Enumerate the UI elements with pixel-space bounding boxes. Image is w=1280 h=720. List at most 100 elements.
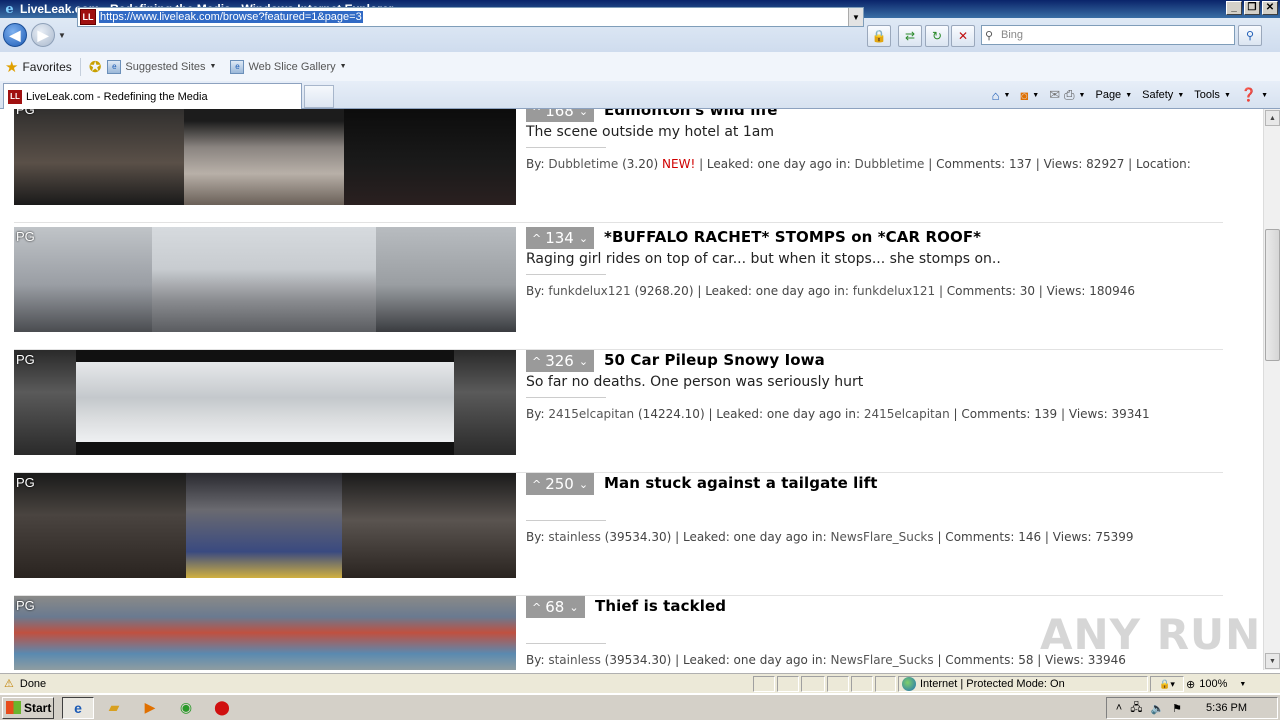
stats-text: | Comments: 30 | Views: 180946 xyxy=(938,284,1136,298)
site-favicon-icon: LL xyxy=(8,89,22,104)
scroll-down-icon[interactable]: ▼ xyxy=(1265,653,1280,669)
system-tray: ˄ 🖧 🔈 ⚑ 5:36 PM xyxy=(1106,697,1278,719)
taskbar-chrome-icon[interactable]: ◉ xyxy=(170,697,202,719)
list-item: PG ^ 326 ⌄ 50 Car Pileup Snowy Iowa So f… xyxy=(14,350,1223,473)
favorites-item-suggested-sites[interactable]: e Suggested Sites ▼ xyxy=(107,59,216,74)
vote-button[interactable]: ^ 326 ⌄ xyxy=(526,350,595,372)
meta-by-label: By: xyxy=(526,407,545,421)
tools-menu[interactable]: Tools xyxy=(1194,89,1220,101)
chevron-down-icon[interactable]: ▼ xyxy=(1079,92,1086,99)
globe-icon xyxy=(902,677,916,691)
user-link[interactable]: Dubbletime xyxy=(548,157,618,171)
leaked-label: | Leaked: one day ago in: xyxy=(675,530,827,544)
vote-button[interactable]: ^ 134 ⌄ xyxy=(526,227,595,249)
vertical-scrollbar[interactable]: ▲ ▼ xyxy=(1263,109,1280,670)
status-panel xyxy=(753,676,775,692)
add-favorites-icon[interactable]: ✪ xyxy=(89,58,102,76)
video-thumbnail[interactable]: PG xyxy=(14,109,516,205)
video-title-link[interactable]: Man stuck against a tailgate lift xyxy=(604,474,878,492)
new-tab-button[interactable] xyxy=(304,85,334,108)
chevron-down-icon[interactable]: ▼ xyxy=(1004,92,1011,99)
close-button[interactable]: ✕ xyxy=(1262,1,1278,15)
vote-button[interactable]: ^ 250 ⌄ xyxy=(526,473,595,495)
channel-link[interactable]: 2415elcapitan xyxy=(864,407,950,421)
channel-link[interactable]: NewsFlare_Sucks xyxy=(831,653,934,667)
volume-icon[interactable]: 🔈 xyxy=(1150,702,1164,715)
back-button[interactable]: ◀ xyxy=(3,23,27,47)
video-thumbnail[interactable]: PG xyxy=(14,596,516,670)
read-mail-icon[interactable]: ✉ xyxy=(1049,87,1060,103)
help-icon[interactable]: ❓ xyxy=(1241,87,1257,103)
scrollbar-thumb[interactable] xyxy=(1265,229,1280,361)
chevron-down-icon[interactable]: ▼ xyxy=(1032,92,1039,99)
channel-link[interactable]: Dubbletime xyxy=(855,157,925,171)
user-link[interactable]: stainless xyxy=(548,653,600,667)
security-zone[interactable]: Internet | Protected Mode: On xyxy=(898,676,1148,692)
protected-mode-icon[interactable]: 🔒▾ xyxy=(1150,676,1184,692)
action-center-flag-icon[interactable]: ⚑ xyxy=(1172,702,1182,715)
chevron-down-icon: ⌄ xyxy=(578,231,589,245)
recent-pages-dropdown-icon[interactable]: ▼ xyxy=(58,31,66,40)
page-menu[interactable]: Page xyxy=(1095,89,1121,101)
taskbar-ie-icon[interactable]: e xyxy=(62,696,94,719)
status-text: Done xyxy=(19,677,47,690)
favorites-item-web-slice-gallery[interactable]: e Web Slice Gallery ▼ xyxy=(230,59,347,74)
search-input[interactable]: ⚲ Bing xyxy=(981,25,1235,45)
user-link[interactable]: stainless xyxy=(548,530,600,544)
bing-search-icon: ⚲ xyxy=(985,29,994,42)
video-title-link[interactable]: *BUFFALO RACHET* STOMPS on *CAR ROOF* xyxy=(604,228,981,246)
vote-button[interactable]: ^ 168 ⌄ xyxy=(526,109,595,122)
upvote-icon: ^ xyxy=(532,354,542,368)
stop-icon[interactable]: ✕ xyxy=(951,25,975,47)
zoom-control[interactable]: ⊕ 100% ▼ xyxy=(1186,676,1266,692)
maximize-button[interactable]: ❐ xyxy=(1244,1,1260,15)
feeds-icon[interactable]: ◙ xyxy=(1020,88,1028,103)
video-thumbnail[interactable]: PG xyxy=(14,350,516,455)
user-link[interactable]: 2415elcapitan xyxy=(548,407,634,421)
print-icon[interactable]: ⎙ xyxy=(1064,87,1074,103)
user-score: (9268.20) xyxy=(634,284,694,298)
status-panel xyxy=(777,676,799,692)
safety-menu[interactable]: Safety xyxy=(1142,89,1173,101)
taskbar-media-player-icon[interactable]: ▶ xyxy=(134,697,166,719)
taskbar-explorer-icon[interactable]: ▰ xyxy=(98,697,130,719)
forward-button[interactable]: ▶ xyxy=(31,23,55,47)
lock-icon[interactable]: 🔒 xyxy=(867,25,891,47)
video-thumbnail[interactable]: PG xyxy=(14,473,516,578)
windows-flag-icon xyxy=(6,701,21,714)
favorites-bar: ★ Favorites ✪ e Suggested Sites ▼ e Web … xyxy=(0,52,1280,81)
search-go-button[interactable]: ⚲ xyxy=(1238,25,1262,46)
user-score: (39534.30) xyxy=(604,530,672,544)
video-meta: By: stainless (39534.30) | Leaked: one d… xyxy=(526,530,1134,544)
network-icon[interactable]: 🖧 xyxy=(1130,699,1142,718)
scroll-up-icon[interactable]: ▲ xyxy=(1265,110,1280,126)
chevron-down-icon[interactable]: ▼ xyxy=(1261,92,1268,99)
minimize-button[interactable]: _ xyxy=(1226,1,1242,15)
address-bar[interactable]: LL https://www.liveleak.com/browse?featu… xyxy=(77,7,864,27)
chevron-down-icon: ⌄ xyxy=(578,477,589,491)
channel-link[interactable]: funkdelux121 xyxy=(853,284,935,298)
favorites-button[interactable]: Favorites xyxy=(22,60,71,74)
video-title-link[interactable]: Edmonton's wild life xyxy=(604,109,778,119)
status-panel xyxy=(875,676,896,692)
chevron-down-icon: ▼ xyxy=(1177,91,1185,99)
refresh-icon[interactable]: ↻ xyxy=(925,25,949,47)
taskbar-opera-icon[interactable]: ⬤ xyxy=(206,697,238,719)
vote-count: 134 xyxy=(545,229,574,247)
video-meta: By: 2415elcapitan (14224.10) | Leaked: o… xyxy=(526,407,1150,421)
video-title-link[interactable]: 50 Car Pileup Snowy Iowa xyxy=(604,351,825,369)
tab-liveleak[interactable]: LL LiveLeak.com - Redefining the Media xyxy=(3,83,302,109)
channel-link[interactable]: NewsFlare_Sucks xyxy=(831,530,934,544)
start-button[interactable]: Start xyxy=(2,696,54,719)
home-icon[interactable]: ⌂ xyxy=(992,88,1000,103)
address-dropdown-icon[interactable]: ▼ xyxy=(848,8,863,26)
video-title-link[interactable]: Thief is tackled xyxy=(595,597,726,615)
user-link[interactable]: funkdelux121 xyxy=(548,284,630,298)
vote-button[interactable]: ^ 68 ⌄ xyxy=(526,596,585,618)
address-url[interactable]: https://www.liveleak.com/browse?featured… xyxy=(99,11,363,23)
tray-expand-icon[interactable]: ˄ xyxy=(1116,702,1122,714)
compatibility-view-icon[interactable]: ⇄ xyxy=(898,25,922,47)
clock[interactable]: 5:36 PM xyxy=(1206,702,1247,714)
upvote-icon: ^ xyxy=(532,477,542,491)
video-thumbnail[interactable]: PG xyxy=(14,227,516,332)
